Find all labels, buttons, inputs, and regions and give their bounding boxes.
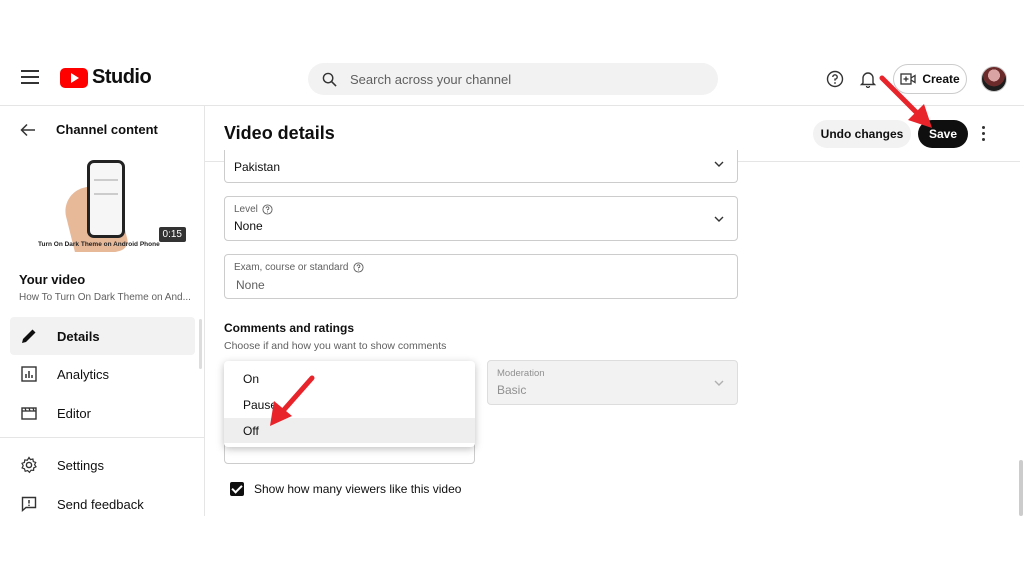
more-options-icon[interactable] — [980, 124, 988, 144]
undo-changes-button[interactable]: Undo changes — [813, 120, 911, 148]
sidebar-item-details[interactable]: Details — [10, 317, 195, 355]
comments-section-title: Comments and ratings — [224, 321, 355, 335]
comment-option-on[interactable]: On — [224, 366, 475, 391]
sidebar-item-analytics[interactable]: Analytics — [10, 355, 195, 393]
create-label: Create — [922, 72, 960, 86]
top-bar: Studio Create — [0, 50, 1024, 106]
page-title: Video details — [224, 123, 335, 143]
thumbnail-caption: Turn On Dark Theme on Android Phone — [38, 241, 160, 248]
likes-visibility-checkbox-row[interactable]: Show how many viewers like this video — [230, 482, 461, 496]
phone-graphic — [87, 160, 125, 238]
comment-option-off[interactable]: Off — [224, 418, 475, 443]
sidebar-item-settings[interactable]: Settings — [10, 446, 195, 484]
feedback-icon — [21, 496, 37, 513]
comments-options-menu: On Pause Off — [224, 361, 475, 447]
notifications-bell-icon[interactable] — [859, 70, 877, 88]
help-icon[interactable] — [262, 204, 273, 215]
level-label: Level — [234, 204, 273, 215]
back-to-channel-content[interactable]: Channel content — [20, 122, 158, 137]
help-icon[interactable] — [352, 262, 364, 273]
chevron-down-icon — [714, 380, 724, 386]
search-input[interactable] — [350, 71, 670, 87]
help-icon[interactable] — [826, 70, 844, 88]
chevron-down-icon — [714, 161, 724, 167]
exam-value: None — [236, 278, 265, 292]
save-button[interactable]: Save — [918, 120, 968, 148]
moderation-value: Basic — [497, 383, 527, 397]
sidebar-item-editor[interactable]: Editor — [10, 394, 195, 432]
moderation-dropdown: Moderation Basic — [487, 360, 738, 405]
exam-label: Exam, course or standard — [234, 262, 364, 273]
exam-course-field[interactable]: Exam, course or standard None — [224, 254, 738, 299]
sidebar: Channel content Turn On Dark Theme on An… — [0, 106, 205, 516]
studio-logo[interactable]: Studio — [60, 66, 152, 89]
pencil-icon — [22, 329, 36, 343]
video-thumbnail[interactable]: Turn On Dark Theme on Android Phone 0:15 — [20, 156, 188, 252]
back-arrow-icon — [20, 123, 35, 136]
comments-section-subtitle: Choose if and how you want to show comme… — [224, 340, 447, 352]
comment-option-pause[interactable]: Pause — [224, 392, 475, 417]
gear-icon — [21, 456, 37, 474]
likes-checkbox-label: Show how many viewers like this video — [254, 482, 462, 496]
create-video-icon — [900, 73, 916, 85]
editor-icon — [21, 407, 37, 420]
sidebar-item-label: Details — [57, 328, 100, 344]
search-icon — [322, 72, 337, 87]
sidebar-item-label: Editor — [57, 405, 91, 421]
likes-visibility-checkbox[interactable] — [230, 482, 244, 496]
country-value: Pakistan — [234, 160, 281, 174]
search-bar[interactable] — [308, 63, 718, 95]
duration-badge: 0:15 — [158, 227, 186, 242]
sidebar-item-label: Analytics — [57, 366, 110, 382]
sidebar-item-label: Settings — [57, 457, 104, 473]
page-scrollbar[interactable] — [1019, 460, 1023, 516]
avatar[interactable] — [981, 66, 1007, 92]
chevron-down-icon — [714, 216, 724, 222]
channel-content-label: Channel content — [56, 122, 158, 137]
video-title: How To Turn On Dark Theme on And... — [19, 292, 191, 303]
sidebar-divider — [0, 437, 204, 438]
sidebar-item-send-feedback[interactable]: Send feedback — [10, 485, 195, 523]
level-dropdown[interactable]: Level None — [224, 196, 738, 241]
analytics-icon — [21, 366, 37, 382]
moderation-label: Moderation — [497, 368, 545, 379]
sidebar-item-label: Send feedback — [57, 496, 144, 512]
country-field[interactable]: Pakistan — [224, 150, 738, 183]
youtube-logo-icon — [60, 67, 88, 88]
hamburger-menu-icon[interactable] — [21, 70, 39, 84]
create-button[interactable]: Create — [893, 64, 967, 94]
your-video-heading: Your video — [19, 272, 86, 287]
logo-text: Studio — [92, 66, 152, 88]
sidebar-scrollbar[interactable] — [199, 319, 202, 369]
level-value: None — [234, 219, 263, 233]
